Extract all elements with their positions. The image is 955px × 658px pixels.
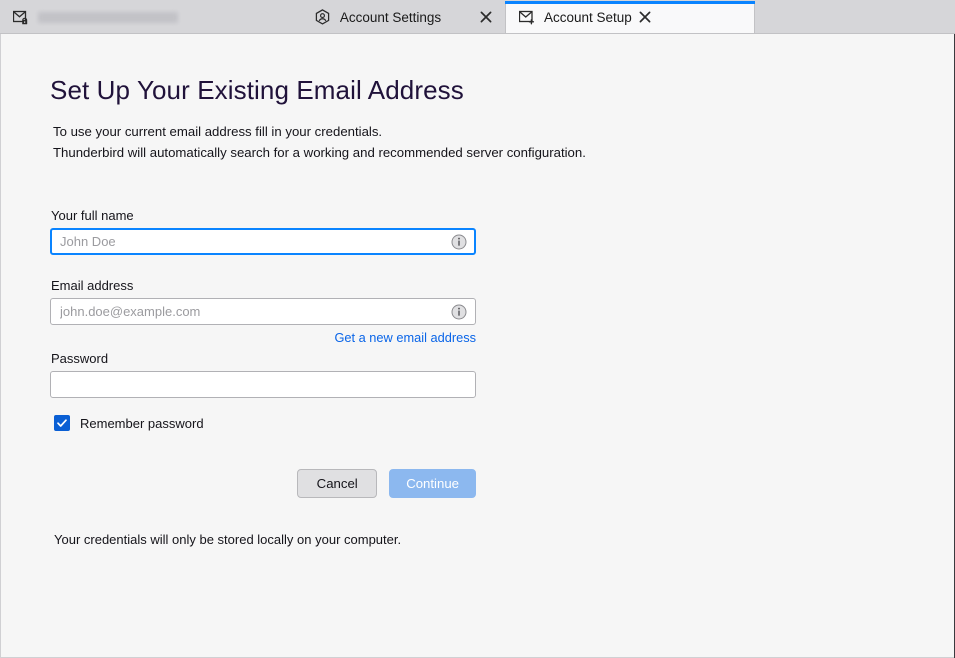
account-hexagon-icon [314, 8, 332, 26]
tab-account-setup[interactable]: Account Setup [505, 1, 755, 33]
remember-password-label: Remember password [80, 415, 204, 431]
account-setup-pane: Set Up Your Existing Email Address To us… [0, 34, 955, 658]
credentials-form: Your full name Email [50, 208, 476, 547]
setup-form: Set Up Your Existing Email Address To us… [50, 75, 770, 547]
thunderbird-window: Account Settings Account Setup Set Up Yo… [0, 0, 955, 658]
tab-label-mail-account [38, 11, 178, 23]
continue-button[interactable]: Continue [389, 469, 476, 499]
email-field-wrap [50, 298, 476, 326]
subtitle-line-1: To use your current email address fill i… [53, 124, 383, 140]
tab-close-account-settings[interactable] [473, 4, 499, 30]
page-subtitle: To use your current email address fill i… [53, 122, 770, 163]
cancel-button[interactable]: Cancel [297, 469, 378, 499]
password-label: Password [51, 351, 109, 367]
get-new-email-address-link[interactable]: Get a new email address [50, 330, 476, 345]
subtitle-line-2: Thunderbird will automatically search fo… [53, 144, 586, 160]
full-name-field-wrap [50, 228, 476, 256]
tab-mail-account[interactable] [0, 1, 250, 33]
remember-password-checkbox[interactable] [54, 415, 70, 432]
password-input[interactable] [50, 371, 476, 399]
email-label: Email address [51, 278, 134, 294]
email-input[interactable] [50, 298, 476, 326]
field-group-email: Email address Get a new email address [50, 278, 476, 345]
action-buttons: Cancel Continue [50, 469, 476, 499]
tab-close-account-setup[interactable] [632, 4, 658, 30]
tab-account-settings-content: Account Settings [314, 8, 441, 26]
tab-account-settings[interactable]: Account Settings [250, 1, 505, 33]
tab-label-account-settings: Account Settings [339, 9, 442, 25]
password-field-wrap [50, 371, 476, 399]
envelope-lock-icon [12, 8, 30, 26]
page-title: Set Up Your Existing Email Address [50, 75, 464, 105]
full-name-input[interactable] [50, 228, 476, 256]
field-group-full-name: Your full name [50, 208, 476, 256]
remember-password-row[interactable]: Remember password [54, 415, 476, 432]
tab-label-account-setup: Account Setup [544, 9, 632, 25]
envelope-plus-icon [518, 8, 536, 26]
full-name-label: Your full name [51, 208, 134, 224]
tab-bar: Account Settings Account Setup [0, 0, 955, 34]
field-group-password: Password [50, 351, 476, 399]
credentials-storage-note: Your credentials will only be stored loc… [54, 532, 402, 548]
